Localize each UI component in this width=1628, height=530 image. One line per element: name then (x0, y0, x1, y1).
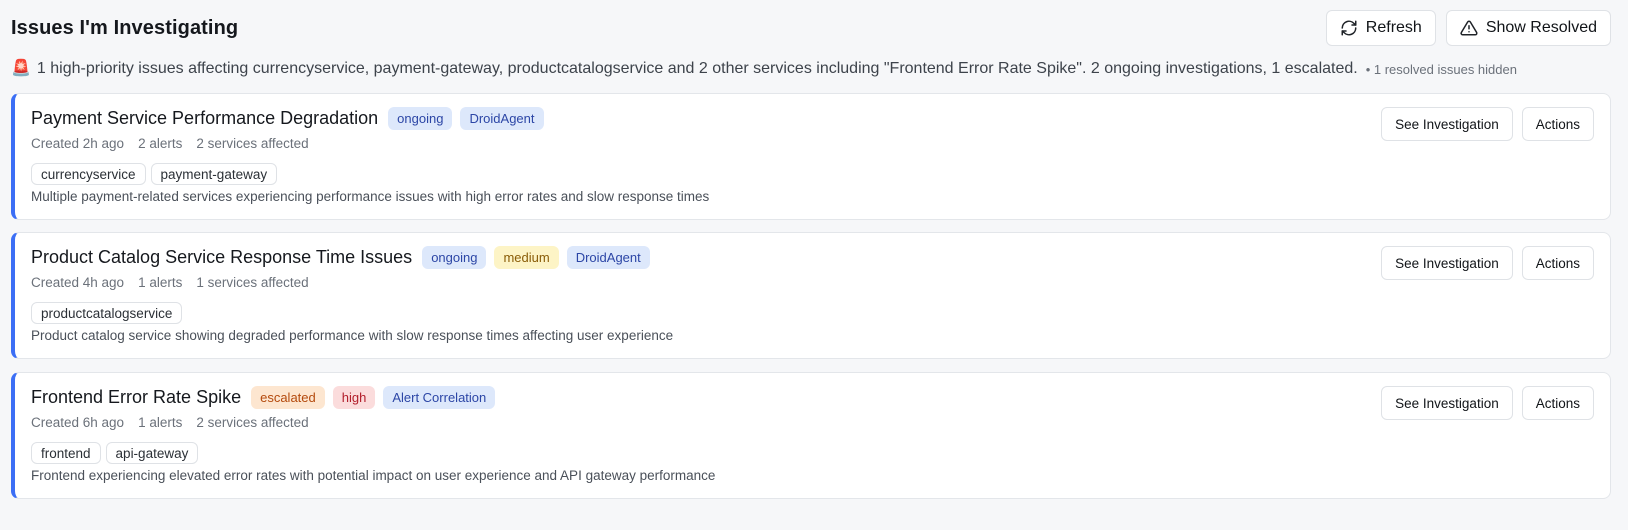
alert-count: 2 alerts (138, 136, 183, 151)
actions-button[interactable]: Actions (1521, 386, 1594, 420)
service-tag: api-gateway (105, 442, 199, 464)
show-resolved-button[interactable]: Show Resolved (1445, 10, 1611, 46)
created-time: Created 4h ago (31, 275, 125, 290)
created-time: Created 6h ago (31, 415, 125, 430)
issue-card: Frontend Error Rate Spike escalated high… (11, 372, 1611, 499)
actions-button[interactable]: Actions (1521, 107, 1594, 141)
services-affected-count: 2 services affected (196, 415, 309, 430)
resolved-hidden-note: • 1 resolved issues hidden (1365, 61, 1517, 77)
see-investigation-button[interactable]: See Investigation (1381, 107, 1513, 141)
issue-title-row: Product Catalog Service Response Time Is… (31, 246, 650, 269)
issue-description: Multiple payment-related services experi… (31, 189, 710, 204)
issue-title: Payment Service Performance Degradation (31, 108, 379, 128)
issue-title: Product Catalog Service Response Time Is… (31, 247, 413, 267)
service-tags: currencyservice payment-gateway (31, 163, 278, 185)
status-badge: ongoing (422, 246, 487, 269)
issue-meta: Created 4h ago 1 alerts 1 services affec… (31, 275, 309, 290)
issue-actions: See Investigation Actions (1381, 246, 1594, 280)
issue-title-row: Payment Service Performance Degradation … (31, 107, 544, 130)
issue-card: Payment Service Performance Degradation … (11, 93, 1611, 220)
status-badge: escalated (251, 386, 325, 409)
alarm-siren-icon: 🚨 (11, 60, 31, 77)
service-tag: productcatalogservice (31, 302, 183, 324)
refresh-label: Refresh (1365, 19, 1422, 36)
refresh-button[interactable]: Refresh (1325, 10, 1436, 46)
header-actions: Refresh Show Resolved (1325, 10, 1611, 46)
issue-actions: See Investigation Actions (1381, 107, 1594, 141)
issue-meta: Created 2h ago 2 alerts 2 services affec… (31, 136, 309, 151)
see-investigation-button[interactable]: See Investigation (1381, 386, 1513, 420)
page-title: Issues I'm Investigating (11, 16, 239, 39)
created-time: Created 2h ago (31, 136, 125, 151)
alert-count: 1 alerts (138, 275, 183, 290)
service-tags: frontend api-gateway (31, 442, 199, 464)
source-badge: Alert Correlation (383, 386, 496, 409)
issue-actions: See Investigation Actions (1381, 386, 1594, 420)
summary-text: 1 high-priority issues affecting currenc… (36, 60, 1358, 77)
priority-badge: high (332, 386, 376, 409)
issue-title: Frontend Error Rate Spike (31, 387, 242, 407)
see-investigation-button[interactable]: See Investigation (1381, 246, 1513, 280)
page-header: Issues I'm Investigating Refresh Show Re… (11, 10, 1611, 46)
show-resolved-label: Show Resolved (1485, 19, 1597, 36)
actions-button[interactable]: Actions (1521, 246, 1594, 280)
source-badge: DroidAgent (566, 246, 650, 269)
service-tags: productcatalogservice (31, 302, 183, 324)
issue-description: Product catalog service showing degraded… (31, 328, 674, 343)
status-badge: ongoing (388, 107, 453, 130)
refresh-icon (1340, 19, 1358, 37)
issue-card: Product Catalog Service Response Time Is… (11, 232, 1611, 359)
issue-meta: Created 6h ago 1 alerts 2 services affec… (31, 415, 309, 430)
source-badge: DroidAgent (460, 107, 544, 130)
service-tag: frontend (31, 442, 101, 464)
service-tag: currencyservice (31, 163, 146, 185)
services-affected-count: 2 services affected (196, 136, 309, 151)
issue-title-row: Frontend Error Rate Spike escalated high… (31, 386, 496, 409)
issues-summary: 🚨 1 high-priority issues affecting curre… (11, 58, 1611, 80)
warning-triangle-icon (1460, 19, 1478, 37)
services-affected-count: 1 services affected (196, 275, 309, 290)
priority-badge: medium (494, 246, 559, 269)
alert-count: 1 alerts (138, 415, 183, 430)
issue-description: Frontend experiencing elevated error rat… (31, 468, 716, 483)
service-tag: payment-gateway (150, 163, 278, 185)
